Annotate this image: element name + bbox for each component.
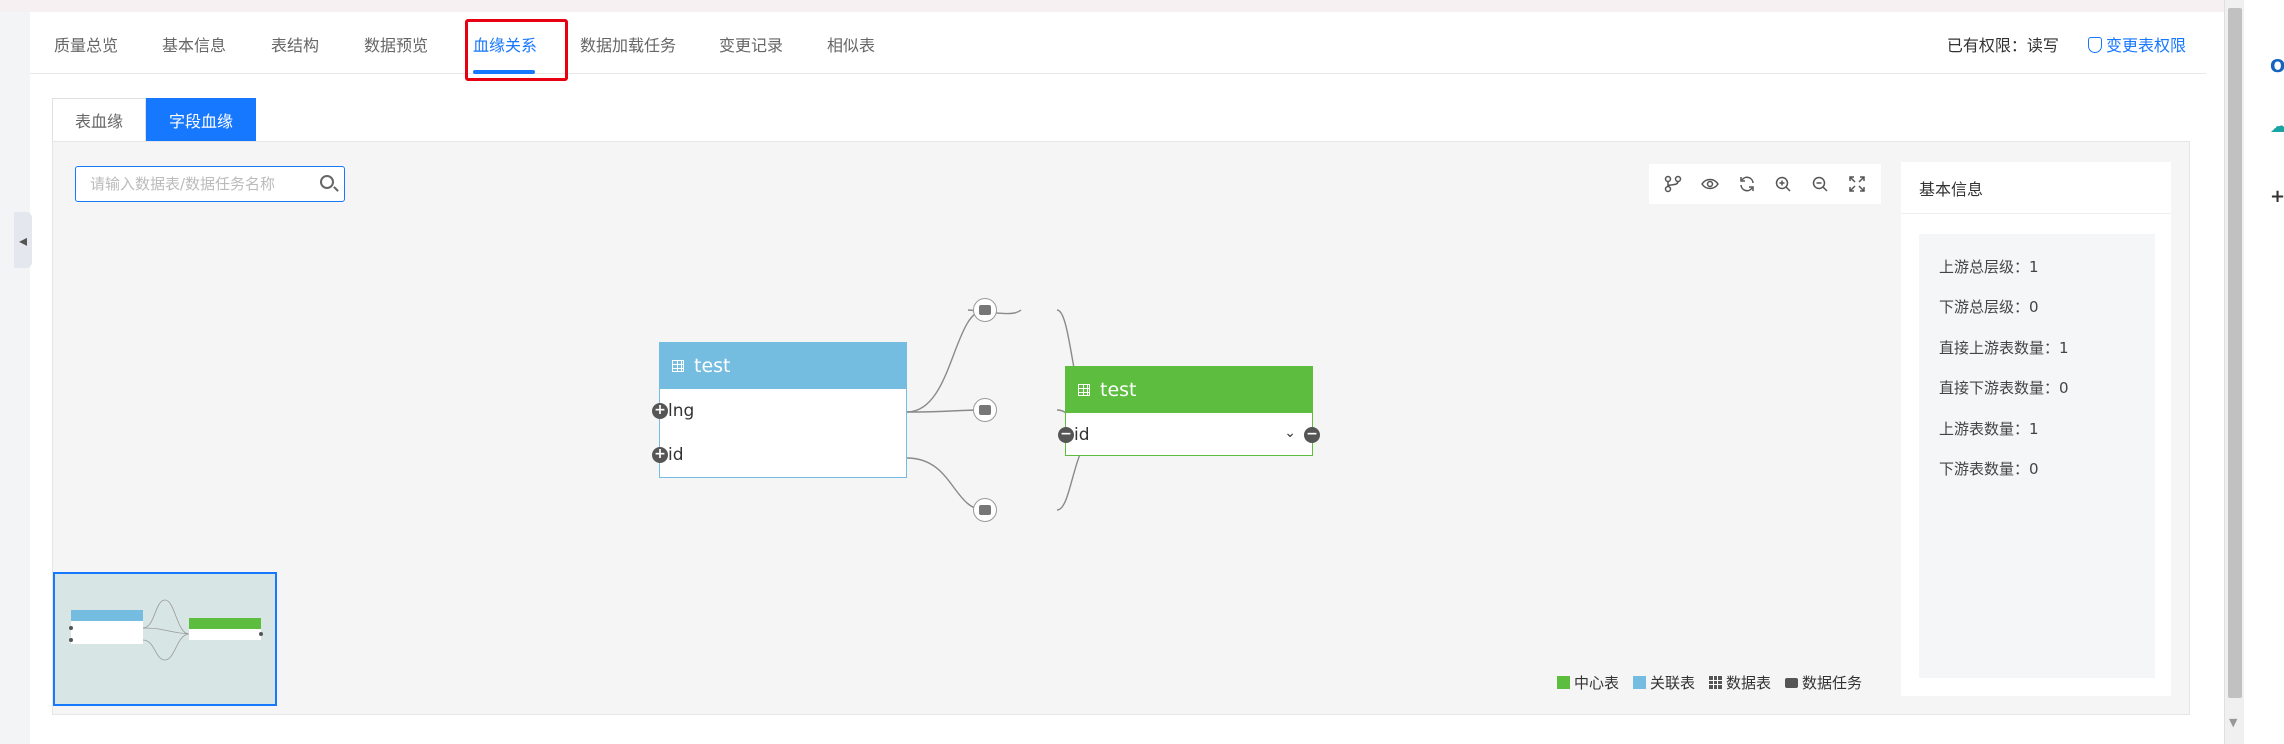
legend-label: 中心表	[1574, 674, 1620, 692]
table-icon	[1078, 384, 1090, 396]
left-bar	[0, 12, 30, 744]
target-table-name: test	[1100, 379, 1137, 401]
field-name: id	[668, 445, 684, 465]
info-row: 上游总层级：1	[1939, 257, 2039, 276]
cloud-icon[interactable]: ☁	[2270, 116, 2284, 137]
legend-center-table: 中心表	[1557, 672, 1619, 693]
minimap[interactable]	[53, 572, 277, 706]
permission-area: 已有权限：读写 变更表权限	[1947, 32, 2186, 56]
field-row[interactable]: − id ⌄ −	[1058, 413, 1320, 457]
database-task-icon	[979, 505, 991, 515]
expand-icon[interactable]: +	[652, 403, 668, 419]
right-edge-toolbar: O ☁ +	[2244, 0, 2284, 744]
vertical-scrollbar[interactable]: ▼	[2224, 0, 2244, 744]
lineage-canvas[interactable]: test + lng + id test − id ⌄ −	[52, 141, 2190, 715]
change-permission-link[interactable]: 变更表权限	[2106, 36, 2186, 55]
tab-similar-tables[interactable]: 相似表	[827, 32, 875, 56]
main-tabs: 质量总览 基本信息 表结构 数据预览 血缘关系 数据加载任务 变更记录 相似表 …	[30, 16, 2206, 81]
collapse-icon: ◂	[18, 230, 28, 250]
shield-icon	[2087, 37, 2102, 53]
tab-basic-info[interactable]: 基本信息	[162, 32, 226, 56]
subtab-table-lineage[interactable]: 表血缘	[52, 98, 147, 142]
info-row: 直接上游表数量：1	[1939, 338, 2069, 357]
info-row: 上游表数量：1	[1939, 419, 2039, 438]
sub-tabs: 表血缘 字段血缘	[52, 98, 257, 142]
collapse-upstream-icon[interactable]: −	[1058, 427, 1074, 443]
chevron-down-icon[interactable]: ⌄	[1284, 425, 1296, 441]
tab-data-preview[interactable]: 数据预览	[364, 32, 428, 56]
info-title: 基本信息	[1901, 162, 2171, 214]
info-row: 下游表数量：0	[1939, 460, 2039, 479]
add-icon[interactable]: +	[2270, 186, 2284, 207]
edges	[906, 309, 1102, 511]
target-table-node[interactable]: test − id ⌄ −	[1058, 366, 1320, 457]
subtab-field-lineage[interactable]: 字段血缘	[146, 98, 257, 142]
info-row: 下游总层级：0	[1939, 298, 2039, 317]
highlight-box	[465, 19, 568, 81]
field-name: lng	[668, 401, 695, 421]
field-row[interactable]: + lng	[652, 389, 906, 433]
lineage-graph: test + lng + id test − id ⌄ −	[53, 142, 1853, 716]
source-table-node[interactable]: test + lng + id	[652, 342, 907, 478]
tab-change-log[interactable]: 变更记录	[719, 32, 783, 56]
task-node[interactable]	[973, 298, 997, 322]
target-table-header: test	[1066, 367, 1312, 413]
outlook-icon[interactable]: O	[2270, 56, 2284, 77]
task-icon	[1785, 677, 1799, 688]
legend-swatch	[1557, 676, 1570, 689]
legend: 中心表 关联表 数据表 数据任务	[1557, 672, 1862, 693]
expand-icon[interactable]: +	[652, 447, 668, 463]
legend-label: 数据表	[1726, 674, 1772, 692]
minimap-preview	[69, 599, 263, 661]
legend-data-table: 数据表	[1709, 672, 1771, 693]
database-task-icon	[979, 305, 991, 315]
top-strip	[0, 0, 2284, 12]
task-node[interactable]	[973, 398, 997, 422]
legend-swatch	[1633, 676, 1647, 689]
table-icon	[672, 360, 684, 372]
legend-related-table: 关联表	[1633, 672, 1695, 693]
source-table-header: test	[660, 343, 906, 389]
table-icon	[1709, 676, 1723, 689]
collapse-downstream-icon[interactable]: −	[1304, 427, 1320, 443]
legend-label: 关联表	[1650, 674, 1696, 692]
info-row: 直接下游表数量：0	[1939, 379, 2069, 398]
scrollbar-thumb[interactable]	[2228, 8, 2242, 698]
sidebar-collapse-button[interactable]: ◂	[14, 212, 32, 268]
field-row[interactable]: + id	[652, 433, 906, 477]
tab-load-tasks[interactable]: 数据加载任务	[580, 32, 676, 56]
scroll-down-icon[interactable]: ▼	[2229, 716, 2237, 729]
field-name: id	[1074, 425, 1090, 445]
legend-label: 数据任务	[1802, 674, 1863, 692]
permission-label: 已有权限：读写	[1946, 36, 2059, 55]
source-table-name: test	[694, 355, 731, 377]
tab-schema[interactable]: 表结构	[271, 32, 319, 56]
info-panel: 基本信息 上游总层级：1 下游总层级：0 直接上游表数量：1 直接下游表数量：0…	[1901, 162, 2171, 696]
legend-data-task: 数据任务	[1785, 672, 1862, 693]
tab-quality[interactable]: 质量总览	[54, 32, 118, 56]
database-task-icon	[979, 405, 991, 415]
task-node[interactable]	[973, 498, 997, 522]
info-list: 上游总层级：1 下游总层级：0 直接上游表数量：1 直接下游表数量：0 上游表数…	[1919, 234, 2155, 678]
